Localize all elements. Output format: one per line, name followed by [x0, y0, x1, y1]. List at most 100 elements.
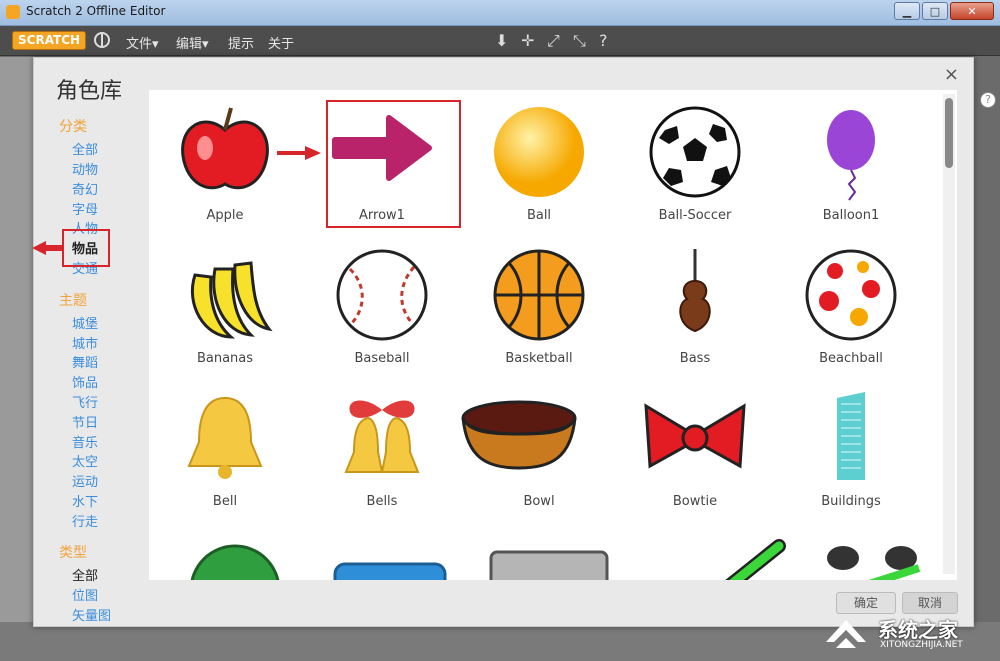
menu-edit[interactable]: 编辑▾ [176, 33, 209, 52]
selected-pointer-arrow-icon [277, 146, 321, 160]
help-icon[interactable]: ? [980, 92, 996, 108]
sprite-label: Bass [679, 351, 711, 366]
grow-icon[interactable]: ⤢ [547, 31, 560, 51]
sprite-tile-buildings[interactable]: Buildings [781, 388, 921, 518]
sprite-tile-partial-green[interactable] [165, 540, 305, 580]
watermark-logo-icon [826, 620, 866, 648]
menu-file[interactable]: 文件▾ [126, 33, 159, 52]
theme-dress-up[interactable]: 饰品 [72, 372, 98, 391]
sprite-tile-beachball[interactable]: Beachball [781, 245, 921, 375]
theme-holiday[interactable]: 节日 [72, 412, 98, 431]
maximize-button[interactable]: □ [922, 2, 948, 20]
sprite-tile-partial-gray[interactable] [479, 548, 619, 580]
sprite-library-dialog: 角色库 × 分类 全部 动物 奇幻 字母 人物 物品 交通 主题 城堡 城市 舞… [32, 57, 974, 627]
sidebar-pointer-arrow-icon [32, 241, 64, 255]
sprite-tile-bowtie[interactable]: Bowtie [625, 388, 765, 518]
balloon-icon [827, 110, 875, 201]
sprite-tile-bell[interactable]: Bell [155, 388, 295, 518]
theme-castle[interactable]: 城堡 [72, 313, 98, 332]
beachball-icon [805, 249, 897, 341]
scratch-app-icon [6, 5, 20, 19]
site-watermark: 系统之家 XITONGZHIJIA.NET [822, 612, 998, 658]
menu-about[interactable]: 关于 [268, 33, 294, 52]
scratch-logo[interactable]: SCRATCH [12, 31, 87, 50]
sprite-label: Basketball [505, 351, 573, 366]
blue-button-icon [333, 562, 447, 580]
menu-tips[interactable]: 提示 [228, 33, 254, 52]
sprite-tile-bass[interactable]: Bass [625, 245, 765, 375]
baseball-icon [336, 249, 428, 341]
category-all[interactable]: 全部 [72, 139, 98, 158]
category-letters[interactable]: 字母 [72, 199, 98, 218]
bells-icon [344, 400, 420, 473]
gray-button-icon [489, 550, 609, 580]
theme-heading: 主题 [59, 293, 87, 309]
theme-walking[interactable]: 行走 [72, 511, 98, 530]
sprite-label: Baseball [354, 351, 410, 366]
theme-city[interactable]: 城市 [72, 333, 98, 352]
watermark-url: XITONGZHIJIA.NET [880, 640, 963, 650]
sprite-tile-baseball[interactable]: Baseball [312, 245, 452, 375]
sprite-label: Apple [206, 208, 244, 223]
sprite-label: Ball [526, 208, 552, 223]
dialog-title: 角色库 [56, 79, 123, 104]
theme-flying[interactable]: 飞行 [72, 392, 98, 411]
sprite-label: Buildings [821, 494, 881, 509]
scrollbar-thumb[interactable] [945, 98, 953, 168]
basketball-icon [493, 249, 585, 341]
sprite-label: Bowtie [672, 494, 718, 509]
sprite-label: Balloon1 [822, 208, 880, 223]
window-title-bar: Scratch 2 Offline Editor ▁ □ ✕ [0, 0, 1000, 26]
bowtie-icon [644, 403, 746, 469]
sprite-tile-balloon1[interactable]: Balloon1 [781, 102, 921, 232]
sprite-tile-bananas[interactable]: Bananas [155, 245, 295, 375]
menu-bar: SCRATCH 文件▾ 编辑▾ 提示 关于 ⬇ ✛ ⤢ ⤡ ? [0, 26, 1000, 56]
sprite-tile-apple[interactable]: Apple [155, 102, 295, 232]
sprite-tile-ball-soccer[interactable]: Ball-Soccer [625, 102, 765, 232]
buildings-icon [837, 392, 865, 480]
green-circle-icon [190, 544, 280, 580]
delete-cut-icon[interactable]: ✛ [521, 31, 534, 50]
theme-sports[interactable]: 运动 [72, 471, 98, 490]
type-all[interactable]: 全部 [72, 565, 98, 584]
dialog-close-icon[interactable]: × [944, 64, 959, 85]
sprite-label: Beachball [819, 351, 883, 366]
sprite-label: Ball-Soccer [658, 208, 732, 223]
bowl-icon [461, 400, 577, 470]
sprite-tile-ball[interactable]: Ball [469, 102, 609, 232]
sprite-tile-partial-blue[interactable] [319, 558, 459, 580]
cancel-button[interactable]: 取消 [902, 592, 958, 614]
sprite-tile-bowl[interactable]: Bowl [461, 388, 609, 518]
window-title: Scratch 2 Offline Editor [26, 4, 166, 18]
close-window-button[interactable]: ✕ [950, 2, 994, 20]
bananas-icon [190, 261, 273, 339]
sprite-label: Bowl [523, 494, 555, 509]
theme-space[interactable]: 太空 [72, 451, 98, 470]
apple-icon [181, 107, 269, 190]
block-help-icon[interactable]: ? [599, 31, 608, 50]
ball-icon [494, 107, 584, 197]
sprite-tile-bells[interactable]: Bells [312, 388, 452, 518]
bass-icon [679, 249, 711, 333]
language-globe-icon[interactable] [94, 32, 110, 48]
category-heading: 分类 [59, 119, 87, 135]
minimize-button[interactable]: ▁ [894, 2, 920, 20]
type-heading: 类型 [59, 545, 87, 561]
sprite-tile-partial-black[interactable] [803, 538, 943, 580]
category-animals[interactable]: 动物 [72, 159, 98, 178]
duplicate-stamp-icon[interactable]: ⬇ [495, 31, 508, 50]
type-bitmap[interactable]: 位图 [72, 585, 98, 604]
theme-music[interactable]: 音乐 [72, 432, 98, 451]
ok-button[interactable]: 确定 [836, 592, 896, 614]
sidebar-highlight-box [62, 229, 110, 267]
category-fantasy[interactable]: 奇幻 [72, 179, 98, 198]
watermark-text: 系统之家 [878, 618, 958, 642]
sprite-label: Bells [366, 494, 398, 509]
soccer-ball-icon [649, 106, 741, 198]
sprite-grid-panel: Apple Arrow1 Ball Ball-Soccer Balloon1 B… [149, 90, 957, 580]
type-vector[interactable]: 矢量图 [72, 605, 111, 624]
theme-underwater[interactable]: 水下 [72, 491, 98, 510]
sprite-tile-basketball[interactable]: Basketball [469, 245, 609, 375]
shrink-icon[interactable]: ⤡ [573, 31, 586, 51]
theme-dance[interactable]: 舞蹈 [72, 352, 98, 371]
